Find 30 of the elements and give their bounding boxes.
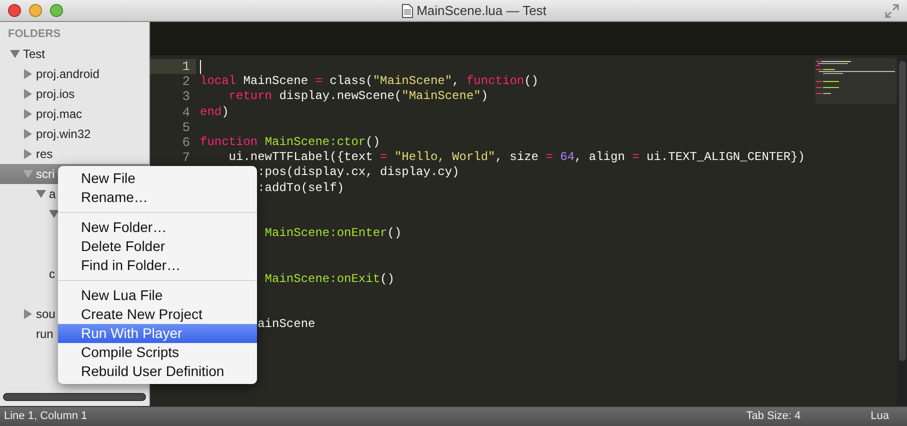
code-line: :pos(display.cx, display.cy) xyxy=(256,165,460,181)
tree-label: sou xyxy=(36,306,56,323)
code-line: end) xyxy=(200,104,229,120)
tree-label: proj.win32 xyxy=(36,126,91,143)
line-number: 6 xyxy=(182,134,190,150)
tree-label: proj.ios xyxy=(36,86,75,103)
line-number: 7 xyxy=(182,150,190,166)
sidebar-heading: FOLDERS xyxy=(7,27,62,42)
window-title: MainScene.lua — Test xyxy=(416,2,546,20)
tree-label: proj.mac xyxy=(36,106,82,123)
tree-label: c xyxy=(49,266,55,283)
line-number: 4 xyxy=(182,104,190,120)
code-line: MainScene:onEnter() xyxy=(264,226,402,242)
tree-label: a xyxy=(49,186,56,203)
code-line: return display.newScene("MainScene") xyxy=(228,89,488,105)
line-number: 2 xyxy=(182,74,190,90)
tree-label: scri xyxy=(36,166,55,183)
code-line: ainScene xyxy=(256,317,316,332)
code-line: :addTo(self) xyxy=(256,180,344,196)
code-line: local MainScene = class("MainScene", function() xyxy=(200,74,538,90)
line-number: 3 xyxy=(182,89,190,104)
line-number: 5 xyxy=(182,120,190,135)
code-line: function MainScene:ctor() xyxy=(200,134,380,150)
tree-label: res xyxy=(36,146,53,163)
code-line: ui.newTTFLabel({text = "Hello, World", size = 64, align = ui.TEXT_ALIGN_CENTER}) xyxy=(228,150,805,166)
line-number: 1 xyxy=(182,59,190,74)
tree-label: proj.android xyxy=(36,66,100,83)
tree-label: Test xyxy=(23,46,46,63)
cursor-position: Line 1, Column 1 xyxy=(4,409,88,424)
code-line: MainScene:onExit() xyxy=(264,272,394,287)
